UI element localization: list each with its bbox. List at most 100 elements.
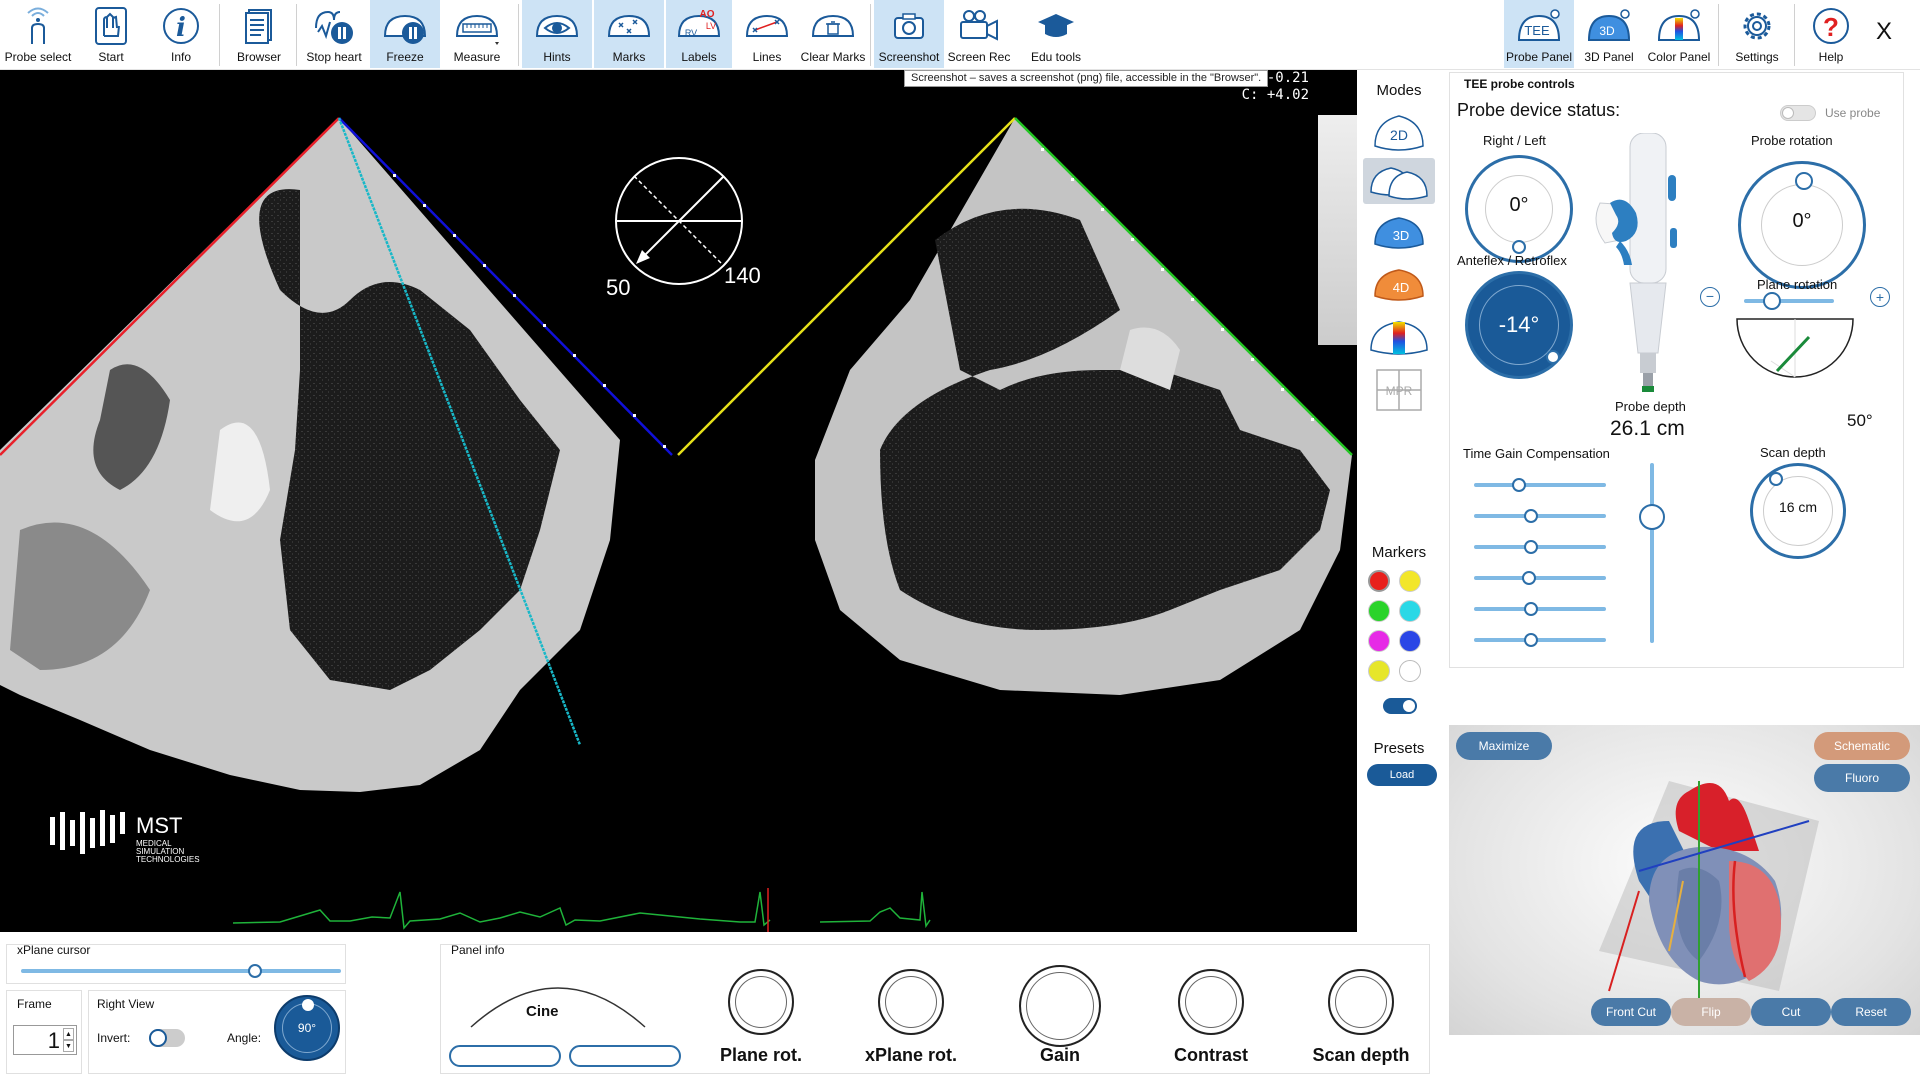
tgc-slider-track[interactable] (1474, 638, 1606, 642)
labels-button[interactable]: AO LV RV Labels (666, 0, 732, 68)
gain-slider-handle[interactable] (1639, 504, 1665, 530)
tgc-slider-track[interactable] (1474, 607, 1606, 611)
color-doppler-mode-icon (1370, 321, 1428, 355)
svg-text:2D: 2D (1390, 127, 1408, 143)
3d-panel-button[interactable]: 3D 3D Panel (1576, 0, 1642, 68)
right-view-angle-dial[interactable]: 90° (274, 995, 340, 1061)
mode-mpr-button[interactable]: MPR (1363, 366, 1435, 412)
screenshot-tooltip: Screenshot – saves a screenshot (png) fi… (904, 70, 1269, 87)
main-toolbar: Probe select Start i Info Browser Stop h… (0, 0, 1920, 70)
probe-rotation-handle[interactable] (1795, 172, 1813, 190)
tgc-slider-handle[interactable] (1523, 540, 1538, 554)
marker-magenta[interactable] (1368, 630, 1390, 652)
plane-rotation-gauge (1736, 318, 1854, 378)
help-button[interactable]: ? Help (1798, 0, 1864, 68)
color-panel-button[interactable]: Color Panel (1644, 0, 1714, 68)
logo-subtitle: MEDICAL SIMULATION TECHNOLOGIES (136, 839, 200, 864)
frame-up-button[interactable]: ▲ (63, 1028, 74, 1040)
front-cut-button[interactable]: Front Cut (1591, 998, 1671, 1026)
cine-right-button[interactable] (569, 1045, 681, 1067)
toolbar-label: Info (170, 50, 191, 64)
xplane-cursor-track[interactable] (21, 969, 341, 973)
mode-3d-button[interactable]: 3D (1363, 210, 1435, 256)
toolbar-label: Marks (612, 50, 646, 64)
color-panel-icon (1657, 9, 1701, 41)
xplane-cursor-handle[interactable] (247, 964, 262, 978)
tgc-slider-track[interactable] (1474, 483, 1606, 487)
contrast-knob[interactable] (1178, 969, 1244, 1035)
maximize-button[interactable]: Maximize (1456, 732, 1552, 760)
measure-button[interactable]: Measure (442, 0, 512, 68)
edu-tools-button[interactable]: Edu tools (1016, 0, 1096, 68)
close-button[interactable]: X (1876, 18, 1892, 46)
frame-down-button[interactable]: ▼ (63, 1040, 74, 1052)
right-left-handle[interactable] (1512, 240, 1526, 254)
presets-load-button[interactable]: Load (1367, 764, 1437, 786)
lines-button[interactable]: Lines (734, 0, 800, 68)
scan-depth-dial[interactable]: 16 cm (1750, 463, 1846, 559)
flip-button[interactable]: Flip (1671, 998, 1751, 1026)
right-view-angle-handle[interactable] (302, 999, 314, 1011)
anteflex-handle[interactable] (1546, 350, 1560, 364)
plane-rotation-track[interactable] (1744, 299, 1834, 303)
reset-button[interactable]: Reset (1831, 998, 1911, 1026)
settings-button[interactable]: Settings (1724, 0, 1790, 68)
tgc-slider-track[interactable] (1474, 545, 1606, 549)
tgc-slider-handle[interactable] (1511, 478, 1526, 492)
mode-2d-button[interactable]: 2D (1363, 108, 1435, 154)
tgc-slider-handle[interactable] (1523, 633, 1538, 647)
gain-knob[interactable] (1019, 965, 1101, 1047)
probe-rotation-dial[interactable]: 0° (1738, 161, 1866, 289)
right-left-dial[interactable]: 0° (1465, 155, 1573, 263)
schematic-button[interactable]: Schematic (1814, 732, 1910, 760)
tgc-slider-handle[interactable] (1523, 509, 1538, 523)
start-button[interactable]: Start (80, 0, 142, 68)
anteflex-dial[interactable]: -14° (1465, 271, 1573, 379)
2d-mode-icon: 2D (1374, 115, 1424, 151)
markers-toggle[interactable] (1383, 698, 1417, 714)
marker-white[interactable] (1399, 660, 1421, 682)
plane-rotation-minus-button[interactable]: − (1700, 287, 1720, 307)
cine-left-button[interactable] (449, 1045, 561, 1067)
tgc-slider-track[interactable] (1474, 514, 1606, 518)
mode-xplane-button[interactable] (1363, 158, 1435, 204)
invert-toggle[interactable] (149, 1029, 185, 1047)
tgc-slider-handle[interactable] (1522, 571, 1537, 585)
toolbar-label: Labels (681, 50, 717, 64)
clear-marks-button[interactable]: Clear Marks (800, 0, 866, 68)
browser-button[interactable]: Browser (226, 0, 292, 68)
scan-depth-knob[interactable] (1328, 969, 1394, 1035)
marker-yellow[interactable] (1399, 570, 1421, 592)
stop-heart-button[interactable]: Stop heart (300, 0, 368, 68)
use-probe-toggle[interactable] (1780, 105, 1816, 121)
toolbar-label: Screenshot (878, 50, 940, 64)
screen-rec-button[interactable]: Screen Rec (946, 0, 1012, 68)
tgc-slider-track[interactable] (1474, 576, 1606, 580)
freeze-button[interactable]: Freeze (370, 0, 440, 68)
frame-stepper[interactable]: 1 ▲ ▼ (13, 1025, 77, 1055)
cut-button[interactable]: Cut (1751, 998, 1831, 1026)
probe-panel-button[interactable]: TEE Probe Panel (1504, 0, 1574, 68)
ultrasound-viewer[interactable]: -0.21 C: +4.02 50 140 MST MEDICAL SIMULAT… (0, 70, 1357, 932)
scan-depth-handle[interactable] (1769, 472, 1783, 486)
plane-rot-knob[interactable] (728, 969, 794, 1035)
gain-slider-track[interactable] (1650, 463, 1654, 643)
hints-button[interactable]: Hints (522, 0, 592, 68)
marker-cyan[interactable] (1399, 600, 1421, 622)
marker-blue[interactable] (1399, 630, 1421, 652)
plane-rotation-plus-button[interactable]: + (1870, 287, 1890, 307)
mode-color-doppler-button[interactable] (1363, 314, 1435, 360)
fluoro-button[interactable]: Fluoro (1814, 764, 1910, 792)
tgc-slider-handle[interactable] (1523, 602, 1538, 616)
mode-4d-button[interactable]: 4D (1363, 262, 1435, 308)
marker-yellow-2[interactable] (1368, 660, 1390, 682)
marks-button[interactable]: Marks (594, 0, 664, 68)
heart-3d-view[interactable]: Maximize Schematic Fluoro Front Cut Flip… (1449, 725, 1920, 1035)
marker-green[interactable] (1368, 600, 1390, 622)
plane-rotation-handle[interactable] (1763, 292, 1781, 310)
info-button[interactable]: i Info (148, 0, 214, 68)
screenshot-button[interactable]: Screenshot (874, 0, 944, 68)
probe-select-button[interactable]: Probe select (0, 0, 76, 68)
xplane-rot-knob[interactable] (878, 969, 944, 1035)
marker-red[interactable] (1368, 570, 1390, 592)
